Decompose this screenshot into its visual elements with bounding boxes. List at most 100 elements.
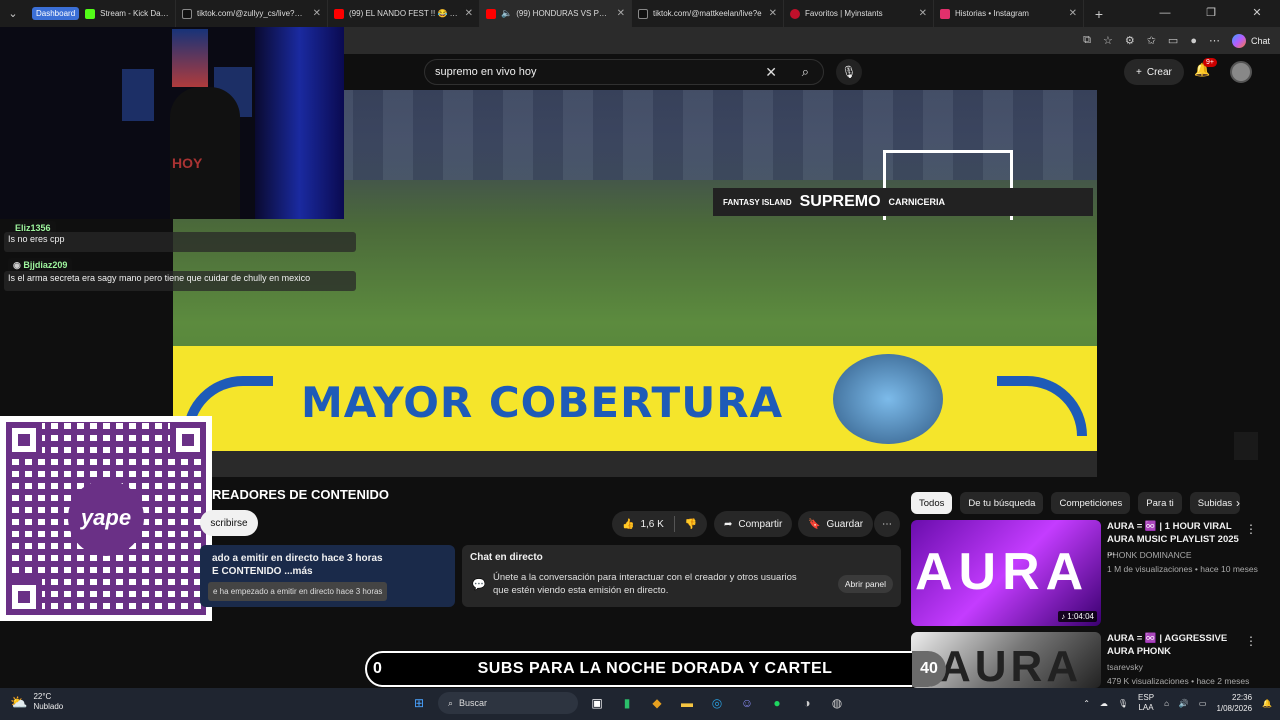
led-light-background [255,27,344,219]
date: 1/08/2026 [1216,704,1253,713]
chip-subidas[interactable]: Subidas [1189,492,1241,514]
volume-icon[interactable]: 🔊 [1179,699,1189,708]
language-indicator[interactable]: ESP LAA [1138,693,1154,713]
close-tab-icon[interactable]: ✕ [617,8,625,19]
tab-title: Historias • Instagram [955,9,1029,18]
tab-title: (99) EL NANDO FEST !! 😂 🍾 🎉 [349,9,459,18]
chip-todos[interactable]: Todos [911,492,953,514]
thumbs-up-icon: 👍 [622,518,635,530]
tab-youtube-honduras[interactable]: 🔈 (99) HONDURAS VS PERU E ✕ [480,0,632,27]
taskbar-apps: ⊞ ⌕ Buscar ▣ ▮ ◆ ▬ ◎ ☺ ● ◑ ◍ [408,692,848,714]
close-tab-icon[interactable]: ✕ [313,8,321,19]
chat-message: Is no eres cpp [4,232,356,252]
weather-widget[interactable]: ⛅ 22°C Nublado [10,692,63,712]
chip-competiciones[interactable]: Competiciones [1051,492,1131,514]
new-tab-button[interactable]: + [1084,6,1114,22]
create-button[interactable]: + Crear [1124,59,1184,85]
copilot-chat-button[interactable]: Chat [1231,33,1270,48]
channel-name: tsarevsky [1107,662,1143,672]
close-window-icon[interactable]: ✕ [1234,0,1280,27]
video-description[interactable]: ado a emitir en directo hace 3 horas E C… [200,545,455,607]
video-thumbnail[interactable]: AURA ♪ 1:04:04 [911,520,1101,626]
favorite-star-icon[interactable]: ☆ [1103,34,1113,47]
tab-menu-icon[interactable]: ⌄ [0,0,26,27]
user-avatar[interactable] [1230,61,1252,83]
thumbnail-text: AURA [915,543,1090,601]
close-tab-icon[interactable]: ✕ [769,8,777,19]
microphone-icon[interactable]: 🎙 [1118,699,1128,708]
yape-qr-code: yape [0,416,212,621]
youtube-favicon-icon [334,8,344,19]
network-icon[interactable]: ⌂ [1164,699,1169,708]
divider [673,516,675,532]
tab-title: tiktok.com/@zullyy_cs/live?ente [197,9,307,18]
windows-start-icon[interactable]: ⊞ [408,692,430,714]
extensions-icon[interactable]: ⚙ [1125,34,1135,47]
wifi-logo-icon [997,376,1087,436]
save-button[interactable]: 🔖 Guardar [798,511,874,537]
tab-tiktok-zullyy[interactable]: tiktok.com/@zullyy_cs/live?ente ✕ [176,0,328,27]
search-icon[interactable]: ⌕ [802,64,809,80]
phone-link-icon[interactable]: ▮ [616,692,638,714]
like-button[interactable]: 👍 1,6 K 👎 [612,511,708,537]
thumbs-down-icon[interactable]: 👎 [685,519,697,530]
chip-para-ti[interactable]: Para ti [1138,492,1182,514]
more-options-icon[interactable]: ⋯ [1209,34,1220,47]
search-input[interactable]: supremo en vivo hoy ✕ ⌕ [424,59,824,85]
obs-icon[interactable]: ◍ [826,692,848,714]
discord-icon[interactable]: ☺ [736,692,758,714]
tab-instagram[interactable]: Historias • Instagram ✕ [934,0,1084,27]
tab-title: Stream - Kick Dashboard [100,9,169,18]
app-icon[interactable]: ◑ [796,692,818,714]
split-screen-icon[interactable]: ⧉ [1083,34,1091,47]
chevron-up-icon[interactable]: ⌃ [1083,699,1090,708]
keyboard-layout: LAA [1138,703,1154,712]
tab-kick-dashboard[interactable]: Dashboard Stream - Kick Dashboard [26,0,176,27]
tooltip: e ha empezado a emitir en directo hace 3… [208,582,388,601]
tab-tiktok-matt[interactable]: tiktok.com/@mattkeelan/live?e ✕ [632,0,784,27]
close-tab-icon[interactable]: ✕ [465,8,473,19]
open-panel-button[interactable]: Abrir panel [837,575,893,593]
recommended-video[interactable]: AURA ♪ 1:04:04 AURA = ♾️ | 1 HOUR VIRAL … [911,520,1271,628]
close-tab-icon[interactable]: ✕ [1069,8,1077,19]
more-options-icon[interactable]: ⋮ [1245,522,1257,536]
taskbar-search[interactable]: ⌕ Buscar [438,692,578,714]
task-view-icon[interactable]: ▣ [586,692,608,714]
share-button[interactable]: ➦ Compartir [714,511,793,537]
clear-search-icon[interactable]: ✕ [765,64,777,81]
wall-poster [172,29,208,87]
speaker-icon[interactable]: 🔈 [501,8,512,19]
recommended-video[interactable]: AURA AURA = ♾️ | AGGRESSIVE AURA PHONK t… [911,632,1271,688]
close-tab-icon[interactable]: ✕ [919,8,927,19]
spotify-icon[interactable]: ● [766,692,788,714]
maximize-icon[interactable]: ❐ [1188,0,1234,27]
copilot-app-icon[interactable]: ◆ [646,692,668,714]
temperature: 22°C [33,692,52,701]
minimize-icon[interactable]: — [1142,0,1188,27]
more-actions-button[interactable]: ⋯ [874,511,900,537]
wallet-icon[interactable]: ▭ [1168,34,1178,47]
file-explorer-icon[interactable]: ▬ [676,692,698,714]
onedrive-icon[interactable]: ☁ [1100,699,1108,708]
clock[interactable]: 22:36 1/08/2026 [1216,692,1252,714]
chevron-right-icon[interactable]: › [1236,496,1240,510]
subscribe-button[interactable]: scribirse [200,510,258,536]
chat-badge-icon: ◉ [13,260,21,270]
ad-banner-text: MAYOR COBERTURA [301,378,784,427]
battery-icon[interactable]: ▭ [1199,699,1207,708]
kick-favicon-icon [85,8,96,19]
live-chat-title: Chat en directo [470,552,543,563]
bookmark-icon: 🔖 [808,518,821,530]
collections-icon[interactable]: ✩ [1147,34,1156,47]
more-options-icon[interactable]: ⋮ [1245,634,1257,648]
tab-youtube-nando[interactable]: (99) EL NANDO FEST !! 😂 🍾 🎉 ✕ [328,0,480,27]
edge-browser-icon[interactable]: ◎ [706,692,728,714]
chip-de-tu-busqueda[interactable]: De tu búsqueda [960,492,1044,514]
shelf-decor [122,69,154,121]
profile-icon[interactable]: ● [1190,35,1197,47]
tab-myinstants[interactable]: Favoritos | Myinstants ✕ [784,0,934,27]
tab-title: (99) HONDURAS VS PERU E [516,9,611,18]
microphone-icon[interactable]: 🎙 [836,59,862,85]
notification-icon[interactable]: 🔔 [1262,699,1272,708]
chat-label: Chat [1250,35,1270,46]
